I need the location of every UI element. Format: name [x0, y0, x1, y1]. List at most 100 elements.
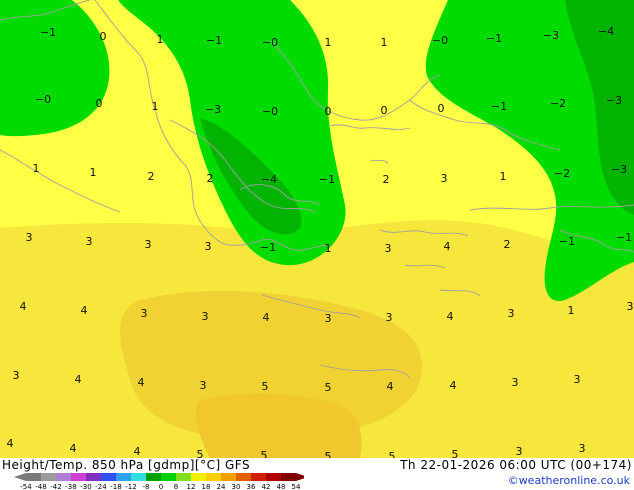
scale-tick-label: 30	[232, 483, 241, 490]
scale-swatch	[26, 473, 41, 481]
temp-label: 3	[200, 379, 207, 392]
temp-label: −0	[432, 34, 448, 47]
temp-label: 3	[627, 300, 634, 313]
chart-title: Height/Temp. 850 hPa [gdmp][°C] GFS	[2, 458, 251, 472]
temp-label: 4	[7, 437, 14, 450]
temp-label: 4	[138, 376, 145, 389]
temp-label: 3	[512, 376, 519, 389]
scale-tick-label: -54	[20, 483, 32, 490]
scale-swatch	[161, 473, 176, 481]
temperature-map[interactable]: −1 0 1 −1 −0 1 1 −0 −1 −3 −4 −0 0 1 −3 −0 0 0 0 −1 −2 −3 1 1 2 2 −…	[0, 0, 634, 458]
temp-label: −1	[40, 26, 56, 39]
scale-swatch	[116, 473, 131, 481]
temp-label: 5	[389, 450, 396, 458]
valid-datetime: Th 22-01-2026 06:00 UTC (00+174)	[400, 458, 632, 472]
scale-swatch	[131, 473, 146, 481]
temp-label: 4	[75, 373, 82, 386]
temp-label: −2	[554, 167, 570, 180]
temp-label: 4	[70, 442, 77, 455]
scale-swatch	[176, 473, 191, 481]
scale-swatch	[71, 473, 86, 481]
temp-label: 1	[500, 170, 507, 183]
scale-swatch	[191, 473, 206, 481]
temp-label: 1	[33, 162, 40, 175]
temp-label: 0	[438, 102, 445, 115]
temp-label: 4	[263, 311, 270, 324]
temp-label: 3	[385, 242, 392, 255]
temp-label: 3	[508, 307, 515, 320]
temp-label: 5	[262, 380, 269, 393]
temp-label: 2	[504, 238, 511, 251]
temp-label: −4	[261, 173, 277, 186]
temp-label: 4	[134, 445, 141, 458]
temp-label: 3	[13, 369, 20, 382]
temp-label: 1	[568, 304, 575, 317]
temp-label: 3	[141, 307, 148, 320]
scale-swatch	[101, 473, 116, 481]
scale-swatch	[56, 473, 71, 481]
scale-swatch	[206, 473, 221, 481]
temp-label: 2	[207, 172, 214, 185]
temp-label: 1	[157, 33, 164, 46]
temp-label: −3	[205, 103, 221, 116]
scale-tick-label: -24	[95, 483, 107, 490]
scale-tick-label: 54	[292, 483, 301, 490]
color-scale-legend: -54 -48 -42 -38 -30 -24 -18 -12 -8 0 8 12 18 24 30 36 42…	[14, 473, 304, 490]
scale-swatch	[236, 473, 251, 481]
temp-label: 0	[325, 105, 332, 118]
temp-label: −1	[206, 34, 222, 47]
temp-label: 5	[325, 450, 332, 458]
scale-tick-label: 8	[174, 483, 178, 490]
temp-label: −1	[616, 231, 632, 244]
scale-tick-label: 48	[277, 483, 286, 490]
scale-swatch	[86, 473, 101, 481]
temp-label: 1	[381, 36, 388, 49]
scale-arrow-low	[14, 473, 26, 481]
temp-label: −3	[543, 29, 559, 42]
temp-label: −3	[611, 163, 627, 176]
temp-label: 5	[261, 449, 268, 458]
temp-label: 3	[86, 235, 93, 248]
map-canvas: −1 0 1 −1 −0 1 1 −0 −1 −3 −4 −0 0 1 −3 −0 0 0 0 −1 −2 −3 1 1 2 2 −…	[0, 0, 634, 458]
scale-arrow-high	[296, 473, 304, 481]
temp-label: −0	[35, 93, 51, 106]
temp-label: −1	[486, 32, 502, 45]
temp-label: 4	[387, 380, 394, 393]
scale-swatch	[221, 473, 236, 481]
temp-label: 1	[90, 166, 97, 179]
scale-swatch	[41, 473, 56, 481]
scale-swatch	[281, 473, 296, 481]
scale-tick-label: -38	[65, 483, 76, 490]
temp-label: 3	[579, 442, 586, 455]
temp-label: −2	[550, 97, 566, 110]
scale-tick-label: -30	[80, 483, 91, 490]
temp-label: 0	[100, 30, 107, 43]
temp-label: 5	[452, 448, 459, 458]
temp-label: 1	[325, 36, 332, 49]
temp-label: −1	[319, 173, 335, 186]
temp-label: 3	[516, 445, 523, 458]
credit-link[interactable]: ©weatheronline.co.uk	[508, 474, 630, 487]
temp-label: 3	[145, 238, 152, 251]
temp-label: 4	[20, 300, 27, 313]
temp-label: −1	[491, 100, 507, 113]
temp-label: 0	[381, 104, 388, 117]
temp-label: 3	[205, 240, 212, 253]
temp-label: 3	[441, 172, 448, 185]
scale-tick-label: -42	[50, 483, 61, 490]
scale-tick-label: 0	[159, 483, 163, 490]
temp-label: 3	[574, 373, 581, 386]
temp-label: −1	[559, 235, 575, 248]
scale-tick-label: 24	[217, 483, 226, 490]
temp-label: 4	[444, 240, 451, 253]
temp-label: 1	[325, 242, 332, 255]
scale-tick-label: -48	[35, 483, 46, 490]
temp-label: 4	[81, 304, 88, 317]
temp-label: 3	[386, 311, 393, 324]
scale-tick-label: -12	[125, 483, 136, 490]
temp-label: 3	[26, 231, 33, 244]
temp-label: 2	[148, 170, 155, 183]
scale-tick-label: 12	[187, 483, 196, 490]
scale-swatch	[266, 473, 281, 481]
temp-label: 0	[96, 97, 103, 110]
